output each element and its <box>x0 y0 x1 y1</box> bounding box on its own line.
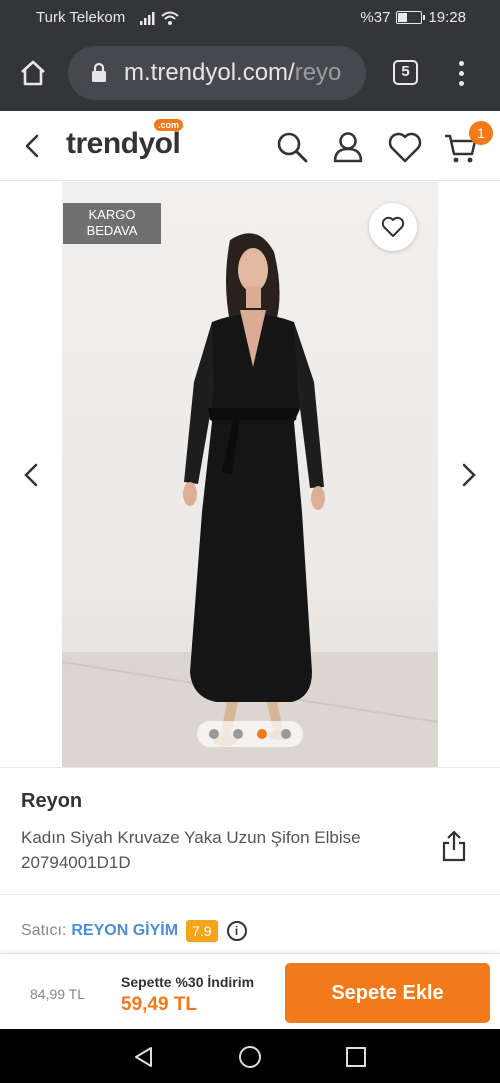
product-photo[interactable] <box>62 182 438 767</box>
gallery-next-arrow-icon[interactable] <box>456 462 480 488</box>
carrier-name: Turk Telekom <box>36 9 126 26</box>
seller-score-badge: 7.9 <box>186 920 218 942</box>
share-icon[interactable] <box>440 830 468 862</box>
free-shipping-line1: KARGO <box>88 207 136 222</box>
url-text: m.trendyol.com/reyo <box>124 59 341 87</box>
product-gallery[interactable] <box>0 182 500 767</box>
gallery-dot[interactable] <box>281 729 291 739</box>
gallery-pagination[interactable] <box>197 721 303 747</box>
cart-discount-text: Sepette %30 İndirim <box>121 974 255 990</box>
clock: 19:28 <box>428 9 466 26</box>
gallery-dot[interactable] <box>257 729 267 739</box>
nav-back-icon[interactable] <box>132 1045 156 1069</box>
search-icon[interactable] <box>275 130 309 164</box>
gallery-dot[interactable] <box>209 729 219 739</box>
favorites-heart-icon[interactable] <box>387 130 422 164</box>
free-shipping-badge: KARGO BEDAVA <box>63 203 161 244</box>
user-icon[interactable] <box>331 130 365 164</box>
gallery-dot[interactable] <box>233 729 243 739</box>
divider <box>0 767 500 768</box>
battery-percent: %37 <box>360 9 391 26</box>
nav-home-icon[interactable] <box>238 1045 262 1069</box>
free-shipping-line2: BEDAVA <box>86 223 138 238</box>
overflow-menu-icon[interactable] <box>452 58 470 88</box>
cart-count-badge: 1 <box>469 121 493 145</box>
signal-wifi-icon <box>140 10 182 30</box>
logo-text: trendyol <box>66 127 181 160</box>
tab-switcher-button[interactable]: 5 <box>393 60 418 85</box>
logo-com: .com <box>154 119 184 131</box>
heart-icon <box>381 216 405 237</box>
browser-toolbar: m.trendyol.com/reyo 5 <box>0 36 500 111</box>
site-header: trendyol .com <box>0 111 500 181</box>
product-name: Kadın Siyah Kruvaze Yaka Uzun Şifon Elbi… <box>21 828 361 872</box>
discounted-price: 59,49 TL <box>121 994 198 1015</box>
trendyol-logo[interactable]: trendyol .com <box>66 119 184 161</box>
url-domain: m.trendyol.com/ <box>124 59 295 86</box>
add-to-cart-button[interactable]: Sepete Ekle <box>285 963 490 1023</box>
seller-name-link[interactable]: REYON GİYİM <box>71 922 178 940</box>
seller-row: Satıcı: REYON GİYİM 7.9 i <box>21 920 247 942</box>
address-bar[interactable]: m.trendyol.com/reyo <box>68 46 366 100</box>
product-brand[interactable]: Reyon <box>21 790 82 813</box>
gallery-prev-arrow-icon[interactable] <box>20 462 44 488</box>
url-path: reyo <box>294 59 342 86</box>
seller-label: Satıcı: <box>21 922 67 939</box>
add-to-favorites-button[interactable] <box>369 203 417 251</box>
purchase-bar: 84,99 TL Sepette %30 İndirim 59,49 TL Se… <box>0 953 500 1029</box>
nav-recents-icon[interactable] <box>344 1045 368 1069</box>
info-icon[interactable]: i <box>226 921 247 941</box>
status-bar: Turk Telekom %37 19:28 <box>0 0 500 36</box>
home-icon[interactable] <box>18 58 48 88</box>
lock-icon <box>90 62 108 84</box>
system-nav-bar <box>0 1029 500 1083</box>
divider <box>0 894 500 895</box>
back-arrow-icon[interactable] <box>20 133 46 159</box>
status-right: %37 19:28 <box>360 9 466 26</box>
battery-icon <box>396 11 426 24</box>
battery-fill <box>398 13 407 22</box>
original-price: 84,99 TL <box>30 986 86 1002</box>
